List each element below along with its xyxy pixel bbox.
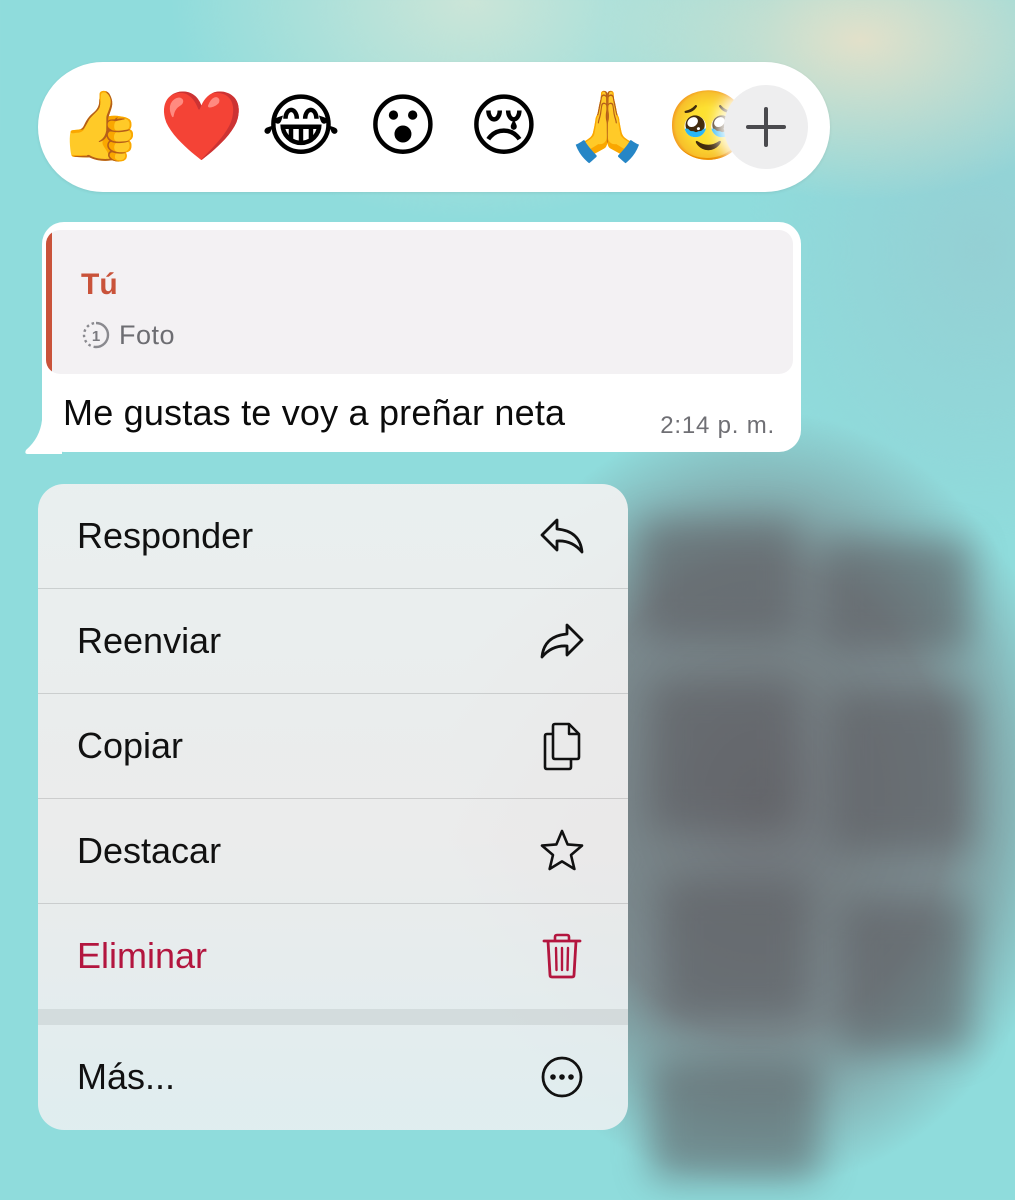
reply-icon (536, 510, 588, 562)
quote-accent-bar (46, 230, 52, 374)
menu-item-copy[interactable]: Copiar (38, 694, 628, 799)
reaction-bar: 👍 ❤️ 😂 😮 😢 🙏 🥹 (38, 62, 830, 192)
menu-item-delete[interactable]: Eliminar (38, 904, 628, 1008)
copy-icon (536, 720, 588, 772)
quote-meta: 1 Foto (81, 318, 175, 352)
quote-author: Tú (81, 268, 118, 301)
quote-type-label: Foto (119, 319, 176, 350)
background-blur (620, 500, 1015, 1200)
menu-item-label: Reenviar (77, 620, 222, 661)
menu-item-forward[interactable]: Reenviar (38, 589, 628, 694)
menu-item-label: Más... (77, 1056, 176, 1097)
red-heart-emoji[interactable]: ❤️ (159, 86, 244, 168)
menu-item-label: Destacar (77, 830, 222, 871)
context-menu: Responder Reenviar Copiar Destacar Elimi… (38, 484, 628, 1130)
menu-separator (38, 1009, 628, 1025)
menu-item-label: Eliminar (77, 935, 208, 976)
thumbs-up-emoji[interactable]: 👍 (58, 86, 143, 168)
menu-item-reply[interactable]: Responder (38, 484, 628, 589)
menu-item-label: Responder (77, 515, 254, 556)
svg-text:1: 1 (92, 328, 100, 345)
plus-icon (746, 107, 786, 147)
menu-item-star[interactable]: Destacar (38, 799, 628, 904)
folded-hands-emoji[interactable]: 🙏 (565, 86, 650, 168)
message-bubble[interactable]: Tú 1 Foto Me gustas te voy a preñar neta… (42, 222, 801, 452)
add-reaction-button[interactable] (724, 85, 808, 169)
message-text: Me gustas te voy a preñar neta (63, 392, 566, 433)
more-icon (536, 1051, 588, 1103)
message-timestamp: 2:14 p. m. (660, 412, 775, 439)
surprised-emoji[interactable]: 😮 (362, 86, 444, 168)
quoted-message[interactable]: Tú 1 Foto (46, 230, 793, 374)
forward-icon (536, 615, 588, 667)
star-icon (536, 825, 588, 877)
view-once-icon: 1 (82, 321, 110, 349)
crying-emoji[interactable]: 😢 (463, 86, 545, 168)
menu-item-more[interactable]: Más... (38, 1025, 628, 1129)
trash-icon (536, 930, 588, 982)
menu-item-label: Copiar (77, 725, 184, 766)
tears-of-joy-emoji[interactable]: 😂 (260, 86, 342, 168)
